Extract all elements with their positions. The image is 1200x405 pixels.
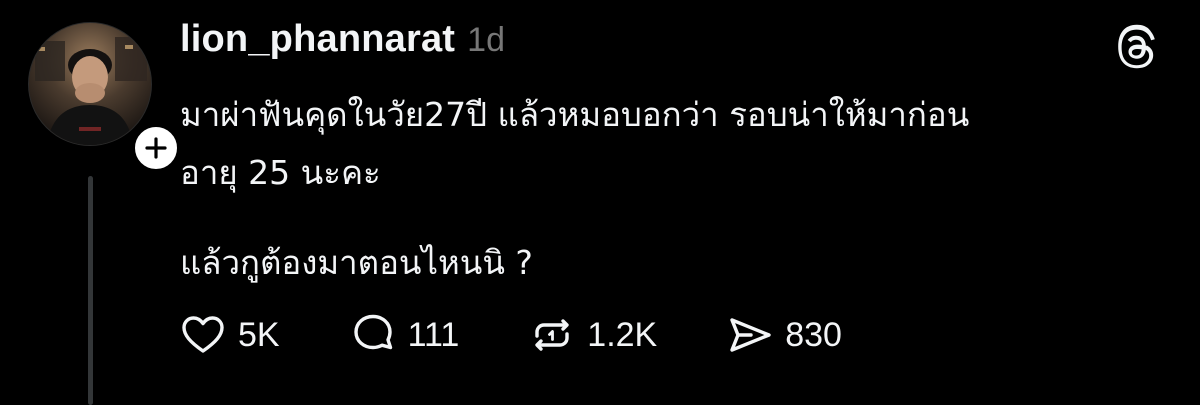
threads-logo-icon[interactable]	[1110, 22, 1162, 74]
follow-button[interactable]	[130, 122, 182, 174]
thread-connector-line	[88, 176, 93, 405]
avatar[interactable]	[28, 22, 152, 146]
heart-icon	[182, 316, 224, 353]
repost-count: 1.2K	[587, 315, 658, 354]
share-count: 830	[785, 315, 842, 354]
comment-icon	[353, 314, 392, 350]
post-text-line: มาผ่าฟันคุดในวัย27ปี แล้วหมอบอกว่า รอบน่…	[180, 95, 970, 134]
plus-icon	[145, 137, 167, 159]
post-header: lion_phannarat 1d	[180, 18, 505, 61]
reply-button[interactable]: 111	[350, 312, 460, 358]
repost-button[interactable]: 1.2K	[529, 312, 657, 358]
post-text-line: อายุ 25 นะคะ	[180, 153, 381, 192]
post-body: มาผ่าฟันคุดในวัย27ปี แล้วหมอบอกว่า รอบน่…	[180, 86, 1170, 292]
thread-post: lion_phannarat 1d มาผ่าฟันคุดในวัย27ปี แ…	[0, 0, 1200, 405]
repost-icon	[535, 319, 569, 351]
avatar-photo	[29, 23, 151, 145]
reply-count: 111	[407, 315, 460, 354]
share-button[interactable]: 830	[727, 312, 842, 358]
post-text-line: แล้วกูต้องมาตอนไหนนิ ?	[180, 243, 533, 282]
like-button[interactable]: 5K	[180, 312, 280, 358]
author-avatar-wrapper[interactable]	[28, 22, 182, 174]
share-icon	[730, 318, 771, 352]
username[interactable]: lion_phannarat	[180, 18, 455, 61]
post-timestamp: 1d	[467, 21, 505, 59]
like-count: 5K	[238, 315, 280, 354]
post-actions-bar: 5K 111 1.2K 830	[180, 308, 912, 362]
